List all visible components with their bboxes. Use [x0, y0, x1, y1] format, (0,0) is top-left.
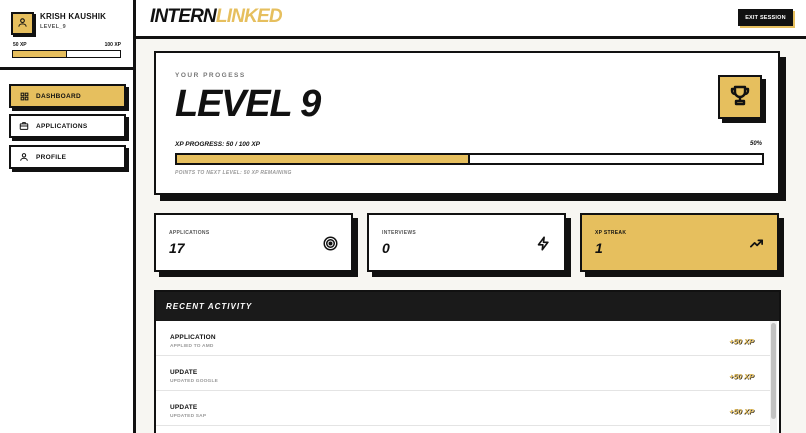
progress-card: YOUR PROGESS LEVEL 9 XP PROGRESS: 50 / 1… — [154, 51, 780, 195]
user-icon — [19, 152, 29, 162]
user-name: KRISH KAUSHIK — [40, 12, 107, 21]
list-item[interactable]: APPLICATION APPLIED TO AMD +50 XP — [156, 321, 770, 356]
target-icon — [322, 235, 338, 251]
main-content: YOUR PROGESS LEVEL 9 XP PROGRESS: 50 / 1… — [136, 39, 806, 433]
sidebar-item-profile[interactable]: PROFILE — [9, 145, 126, 169]
xp-progress-fill — [177, 155, 470, 163]
top-bar: INTERNLINKED EXIT SESSION — [136, 0, 806, 39]
sidebar-item-label: APPLICATIONS — [36, 122, 88, 130]
activity-subtitle: UPDATED GOOGLE — [170, 379, 219, 384]
activity-xp: +50 XP — [729, 337, 754, 346]
level-title: LEVEL 9 — [175, 83, 321, 125]
stat-label: INTERVIEWS — [382, 230, 417, 236]
sidebar: KRISH KAUSHIK LEVEL_9 50 XP 100 XP DASHB… — [0, 0, 136, 433]
briefcase-icon — [19, 121, 29, 131]
activity-subtitle: APPLIED TO AMD — [170, 344, 214, 349]
points-to-next-level: POINTS TO NEXT LEVEL: 50 XP REMAINING — [175, 170, 292, 176]
sidebar-xp-fill — [13, 51, 67, 57]
logo-part-1: INTERN — [150, 6, 217, 27]
xp-max-label: 100 XP — [104, 42, 121, 48]
stat-label: XP STREAK — [595, 230, 627, 236]
xp-progress-bar — [175, 153, 764, 165]
stat-card-interviews[interactable]: INTERVIEWS 0 — [367, 213, 566, 272]
grid-icon — [19, 91, 29, 101]
sidebar-item-dashboard[interactable]: DASHBOARD — [9, 84, 126, 108]
sidebar-item-label: DASHBOARD — [36, 92, 81, 100]
activity-subtitle: UPDATED SAP — [170, 414, 207, 419]
stat-value: 1 — [595, 240, 603, 256]
activity-title: APPLICATION — [170, 334, 216, 341]
activity-xp: +50 XP — [729, 407, 754, 416]
activity-scrollbar[interactable] — [770, 321, 777, 433]
scrollbar-thumb[interactable] — [771, 323, 776, 419]
recent-activity-panel: RECENT ACTIVITY APPLICATION APPLIED TO A… — [154, 290, 781, 433]
progress-heading: YOUR PROGESS — [175, 72, 246, 79]
list-item[interactable]: UPDATE UPDATED SAP +50 XP — [156, 391, 770, 426]
xp-min-label: 50 XP — [13, 42, 27, 48]
stat-label: APPLICATIONS — [169, 230, 210, 236]
user-profile-block: KRISH KAUSHIK LEVEL_9 50 XP 100 XP — [0, 0, 133, 70]
user-icon — [17, 15, 28, 33]
activity-title: UPDATE — [170, 404, 198, 411]
sidebar-item-label: PROFILE — [36, 153, 67, 161]
activity-title: UPDATE — [170, 369, 198, 376]
trophy-icon — [728, 83, 752, 112]
sidebar-item-applications[interactable]: APPLICATIONS — [9, 114, 126, 138]
trophy-badge — [718, 75, 762, 119]
xp-progress-label: XP PROGRESS: 50 / 100 XP — [175, 141, 261, 148]
stat-value: 0 — [382, 240, 390, 256]
lightning-icon — [535, 235, 551, 251]
activity-list: APPLICATION APPLIED TO AMD +50 XP UPDATE… — [156, 321, 770, 433]
activity-xp: +50 XP — [729, 372, 754, 381]
recent-activity-heading: RECENT ACTIVITY — [156, 292, 779, 321]
stat-card-xp-streak[interactable]: XP STREAK 1 — [580, 213, 779, 272]
exit-session-button[interactable]: EXIT SESSION — [738, 9, 793, 26]
avatar — [11, 12, 34, 35]
trending-up-icon — [748, 235, 764, 251]
list-item[interactable]: UPDATE UPDATED GOOGLE +50 XP — [156, 356, 770, 391]
xp-percent-label: 50% — [749, 141, 762, 147]
sidebar-xp-bar — [12, 50, 121, 58]
logo-part-2: LINKED — [215, 6, 283, 27]
stat-value: 17 — [169, 240, 185, 256]
stat-card-applications[interactable]: APPLICATIONS 17 — [154, 213, 353, 272]
app-logo[interactable]: INTERNLINKED — [150, 6, 283, 28]
user-level: LEVEL_9 — [40, 24, 66, 30]
